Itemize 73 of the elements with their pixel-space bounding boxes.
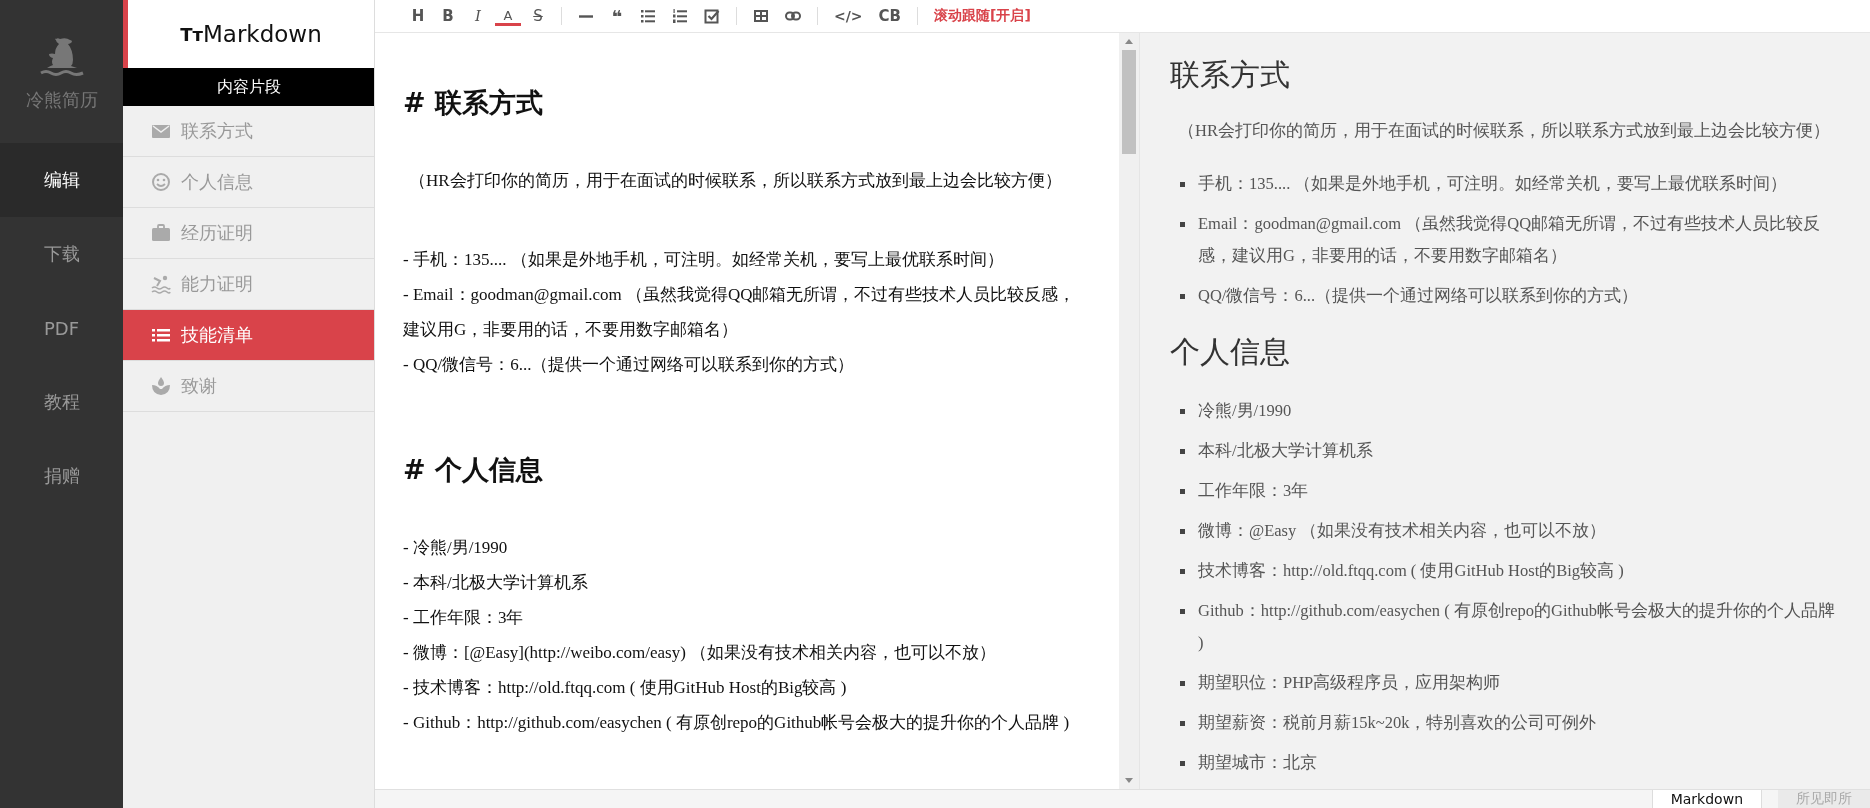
markdown-line: - 手机：135.... （如果是外地手机，可注明。如经常关机，要写上最优联系时间） (403, 249, 1005, 271)
checkbox-icon (704, 8, 720, 24)
nav-item[interactable]: 捐赠 (0, 439, 123, 513)
list-item: 工作年限：3年 (1198, 480, 1309, 502)
markdown-line: （HR会打印你的简历，用于在面试的时候联系，所以联系方式放到最上边会比较方便） (408, 170, 1063, 192)
markdown-line: - 微博：[@Easy](http://weibo.com/easy) （如果没有技术相关内容，也可以不放） (403, 642, 998, 664)
logo-text: 冷熊简历 (25, 87, 98, 112)
markdown-line: - 冷熊/男/1990 (403, 537, 509, 559)
nav-item[interactable]: PDF (0, 291, 123, 365)
format-button[interactable]: I (465, 4, 491, 28)
markdown-line: - QQ/微信号：6...（提供一个通过网络可以联系到你的方式） (403, 354, 856, 376)
preview-heading: 个人信息 (1170, 333, 1291, 371)
list-item: 期望薪资：税前月薪15k~20k，特别喜欢的公司可例外 (1198, 712, 1597, 734)
scroll-sync-toggle[interactable]: 滚动跟随[开启] (928, 4, 1037, 28)
briefcase-icon (151, 223, 171, 243)
markdown-line: - 工作年限：3年 (403, 607, 525, 629)
nav-item[interactable]: 教程 (0, 365, 123, 439)
bullet-icon (1180, 761, 1185, 766)
snippet-item[interactable]: 个人信息 (123, 157, 374, 208)
list-item: 手机：135.... （如果是外地手机，可注明。如经常关机，要写上最优联系时间） (1198, 173, 1788, 195)
bullet-list-icon (640, 8, 656, 24)
format-button[interactable]: ❝ (604, 4, 630, 28)
mode-tab[interactable]: Markdown (1651, 790, 1762, 808)
bullet-icon (1180, 222, 1185, 227)
list-item: 期望城市：北京 (1198, 752, 1317, 774)
scrollbar[interactable] (1119, 33, 1139, 789)
swimmer-icon (151, 274, 171, 294)
list-item: 冷熊/男/1990 (1198, 400, 1292, 422)
bullet-icon (1180, 609, 1185, 614)
snippet-item[interactable]: 致谢 (123, 361, 374, 412)
format-button[interactable]: CB (872, 4, 908, 28)
panel-title: 内容片段 (123, 68, 374, 106)
numbered-list-icon (672, 8, 688, 24)
format-button[interactable]: </> (828, 4, 869, 28)
table-icon (753, 8, 769, 24)
preview-heading: 联系方式 (1170, 56, 1291, 94)
bullet-icon (1180, 681, 1185, 686)
nav-item[interactable]: 编辑 (0, 143, 123, 217)
format-button[interactable]: S (525, 4, 551, 28)
snippet-item[interactable]: 联系方式 (123, 106, 374, 157)
markdown-line: - 技术博客：http://old.ftqq.com ( 使用GitHub Host的Big较高 ) (403, 677, 848, 699)
bullet-icon (1180, 529, 1185, 534)
sprout-icon (151, 376, 171, 396)
smiley-icon (151, 172, 171, 192)
markdown-heading: # 个人信息 (403, 453, 545, 487)
bullet-icon (1180, 294, 1185, 299)
bullet-icon (1180, 409, 1185, 414)
format-button[interactable]: A (495, 6, 521, 26)
markdown-line: - 本科/北极大学计算机系 (403, 572, 589, 594)
bullet-icon (1180, 489, 1185, 494)
list-item: 本科/北极大学计算机系 (1198, 440, 1373, 462)
bullet-icon (1180, 569, 1185, 574)
list-item: 微博：@Easy （如果没有技术相关内容，也可以不放） (1198, 520, 1607, 542)
brand-name: Markdown (202, 21, 322, 47)
markdown-line: - Email：goodman@gmail.com （虽然我觉得QQ邮箱无所谓，不过有些技术人员比较反感，建议用G，非要用的话，不要用数字邮箱名） (403, 284, 1077, 341)
list-item: Email：goodman@gmail.com （虽然我觉得QQ邮箱无所谓，不过有些技术人员比较反感，建议用G，非要用的话，不要用数字邮箱名） (1198, 213, 1822, 267)
markdown-heading: # 联系方式 (403, 86, 545, 120)
snippet-item[interactable]: 经历证明 (123, 208, 374, 259)
format-button[interactable]: H (405, 4, 431, 28)
markdown-line: - Github：http://github.com/easychen ( 有原创repo的Github帐号会极大的提升你的个人品牌 ) (403, 712, 1071, 734)
rule-icon (578, 14, 594, 18)
list-item: 技术博客：http://old.ftqq.com ( 使用GitHub Host的Big较高 ) (1198, 560, 1624, 582)
list-item: QQ/微信号：6...（提供一个通过网络可以联系到你的方式） (1198, 285, 1639, 307)
bullet-icon (1180, 721, 1185, 726)
preview-paragraph: （HR会打印你的简历，用于在面试的时候联系，所以联系方式放到最上边会比较方便） (1178, 120, 1831, 142)
brand-mark: Tᴛ (180, 23, 203, 45)
list-item: Github：http://github.com/easychen ( 有原创repo的Github帐号会极大的提升你的个人品牌 ) (1198, 600, 1836, 654)
list-item: 期望职位：PHP高级程序员，应用架构师 (1198, 672, 1501, 694)
snippet-item[interactable]: 技能清单 (123, 310, 374, 361)
bullet-icon (1180, 182, 1185, 187)
nav-item[interactable]: 下载 (0, 217, 123, 291)
format-button[interactable]: B (435, 4, 461, 28)
bullet-icon (1180, 449, 1185, 454)
